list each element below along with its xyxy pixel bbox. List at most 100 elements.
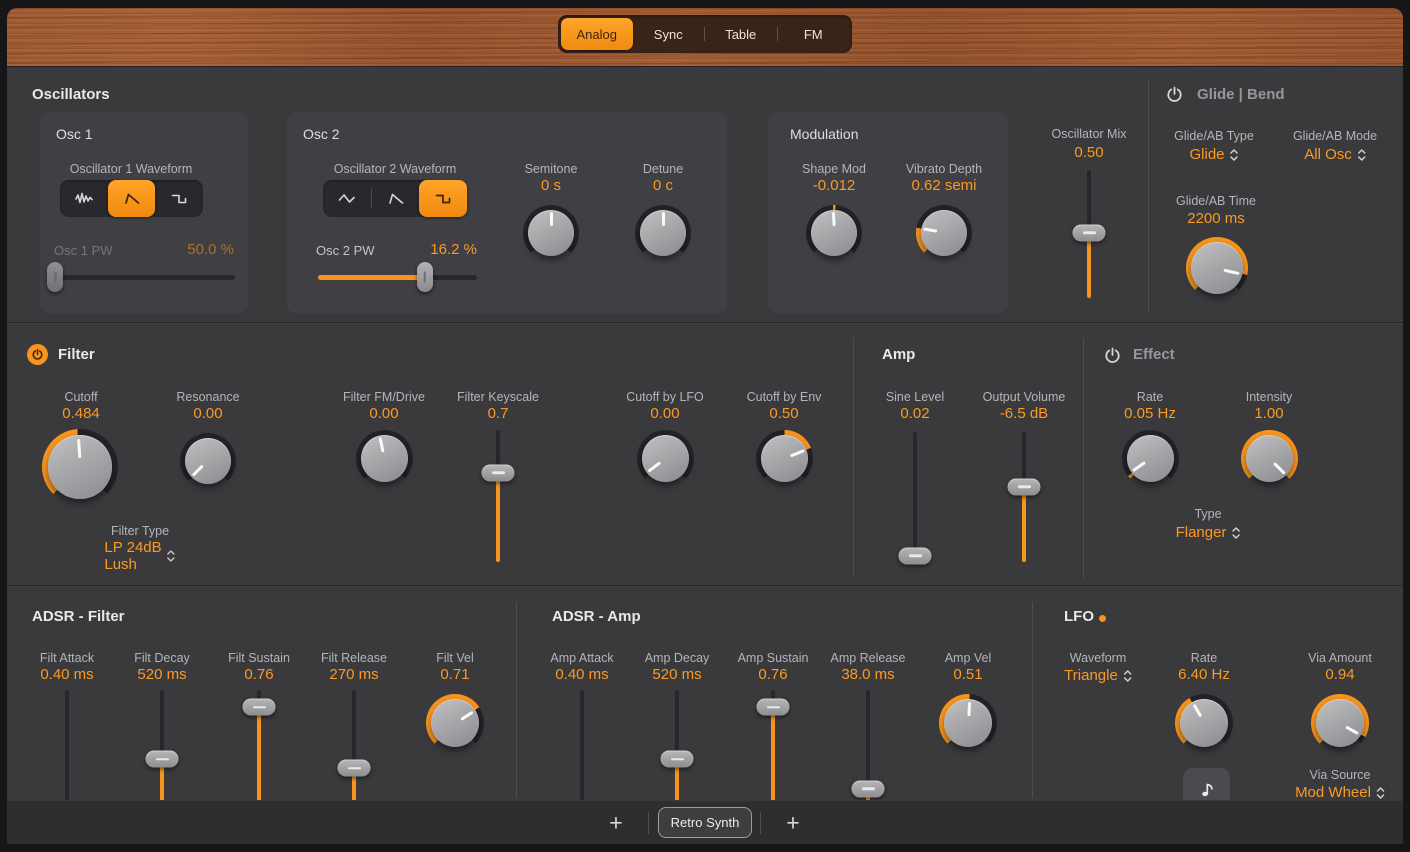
filt-attack-value[interactable]: 0.40 ms [40,666,93,683]
semitone-knob[interactable] [523,205,579,261]
lfo-rate-value[interactable]: 6.40 Hz [1178,666,1230,683]
shape-mod-label: Shape Mod [802,162,866,176]
sine-level-value[interactable]: 0.02 [900,405,929,422]
via-amount-knob[interactable] [1311,694,1369,752]
cutoff-value[interactable]: 0.484 [62,405,100,422]
osc2-wave-square-button[interactable] [419,180,467,217]
glide-bend-section-title: Glide | Bend [1197,86,1285,103]
tab-sync[interactable]: Sync [633,18,705,50]
sine-level-handle[interactable] [899,547,932,564]
filt-decay-handle[interactable] [146,751,179,768]
osc1-pw-slider[interactable] [48,275,235,280]
osc2-pw-slider[interactable] [318,275,477,280]
detune-value[interactable]: 0 c [653,177,673,194]
via-amount-value[interactable]: 0.94 [1325,666,1354,683]
amp-attack-slider[interactable] [580,690,584,816]
cutoff-by-lfo-knob[interactable] [637,430,694,487]
oscillator-mix-slider[interactable] [1087,170,1091,298]
cutoff-by-env-label: Cutoff by Env [747,390,822,404]
vibrato-depth-value[interactable]: 0.62 semi [911,177,976,194]
lfo-rate-knob[interactable] [1175,694,1233,752]
filt-attack-slider[interactable] [65,690,69,816]
amp-decay-value[interactable]: 520 ms [652,666,701,683]
amp-sustain-value[interactable]: 0.76 [758,666,787,683]
lfo-waveform-dropdown[interactable]: Triangle [1064,667,1132,684]
filt-decay-value[interactable]: 520 ms [137,666,186,683]
glide-type-dropdown[interactable]: Glide [1189,146,1238,163]
filter-keyscale-value[interactable]: 0.7 [488,405,509,422]
sine-level-label: Sine Level [886,390,944,404]
resonance-value[interactable]: 0.00 [193,405,222,422]
osc1-wave-saw-button[interactable] [108,180,156,217]
filt-vel-knob[interactable] [426,694,484,752]
osc1-pw-slider-handle[interactable] [47,262,63,292]
filter-power-button[interactable] [27,344,48,365]
sine-level-slider[interactable] [913,432,917,562]
amp-decay-slider[interactable] [675,690,679,816]
add-plugin-left-button[interactable]: + [609,810,622,837]
filt-release-slider[interactable] [352,690,356,816]
filt-decay-slider[interactable] [160,690,164,816]
tab-table[interactable]: Table [705,18,777,50]
filt-sustain-handle[interactable] [243,699,276,716]
shape-mod-value[interactable]: -0.012 [813,177,856,194]
amp-decay-handle[interactable] [661,751,694,768]
effect-rate-knob[interactable] [1122,430,1179,487]
glide-mode-dropdown[interactable]: All Osc [1304,146,1366,163]
amp-release-value[interactable]: 38.0 ms [841,666,894,683]
glide-time-value[interactable]: 2200 ms [1187,210,1245,227]
cutoff-by-lfo-value[interactable]: 0.00 [650,405,679,422]
filter-fm-drive-value[interactable]: 0.00 [369,405,398,422]
glide-time-knob[interactable] [1186,237,1248,299]
filter-keyscale-handle[interactable] [482,464,515,481]
amp-release-handle[interactable] [852,780,885,797]
detune-knob[interactable] [635,205,691,261]
output-volume-handle[interactable] [1008,478,1041,495]
shape-mod-knob[interactable] [806,205,862,261]
filter-fm-drive-knob[interactable] [356,430,413,487]
filter-type-label: Filter Type [111,524,169,538]
osc2-pw-slider-handle[interactable] [417,262,433,292]
filt-decay-label: Filt Decay [134,651,190,665]
amp-sustain-slider[interactable] [771,690,775,816]
output-volume-value[interactable]: -6.5 dB [1000,405,1048,422]
effect-power-button[interactable] [1103,346,1122,365]
osc1-wave-square-button[interactable] [155,180,203,217]
add-plugin-right-button[interactable]: + [786,810,799,837]
amp-attack-value[interactable]: 0.40 ms [555,666,608,683]
amp-sustain-handle[interactable] [757,699,790,716]
semitone-value[interactable]: 0 s [541,177,561,194]
glide-power-button[interactable] [1165,85,1184,104]
output-volume-slider[interactable] [1022,432,1026,562]
filter-keyscale-slider[interactable] [496,430,500,562]
osc2-pw-value[interactable]: 16.2 % [430,241,477,258]
effect-rate-value[interactable]: 0.05 Hz [1124,405,1176,422]
osc2-wave-saw-button[interactable] [372,180,420,217]
effect-type-dropdown[interactable]: Flanger [1176,524,1241,541]
filt-sustain-value[interactable]: 0.76 [244,666,273,683]
filt-vel-value[interactable]: 0.71 [440,666,469,683]
via-source-dropdown[interactable]: Mod Wheel [1295,784,1385,801]
filt-sustain-slider[interactable] [257,690,261,816]
filter-type-dropdown[interactable]: LP 24dB Lush [104,539,175,573]
amp-release-slider[interactable] [866,690,870,816]
cutoff-knob[interactable] [42,429,118,505]
filt-release-handle[interactable] [338,760,371,777]
tab-analog[interactable]: Analog [561,18,633,50]
cutoff-by-env-value[interactable]: 0.50 [769,405,798,422]
oscillator-mix-handle[interactable] [1073,224,1106,241]
via-amount-label: Via Amount [1308,651,1372,665]
filt-release-value[interactable]: 270 ms [329,666,378,683]
osc2-wave-triangle-button[interactable] [323,180,371,217]
osc1-pw-value[interactable]: 50.0 % [187,241,234,258]
cutoff-by-env-knob[interactable] [756,430,813,487]
plugin-name-button[interactable]: Retro Synth [658,807,752,838]
amp-vel-value[interactable]: 0.51 [953,666,982,683]
intensity-knob[interactable] [1241,430,1298,487]
oscillator-mix-value[interactable]: 0.50 [1074,144,1103,161]
resonance-knob[interactable] [180,433,236,489]
osc1-wave-noise-button[interactable] [60,180,108,217]
tab-fm[interactable]: FM [778,18,850,50]
amp-vel-knob[interactable] [939,694,997,752]
vibrato-depth-knob[interactable] [916,205,972,261]
